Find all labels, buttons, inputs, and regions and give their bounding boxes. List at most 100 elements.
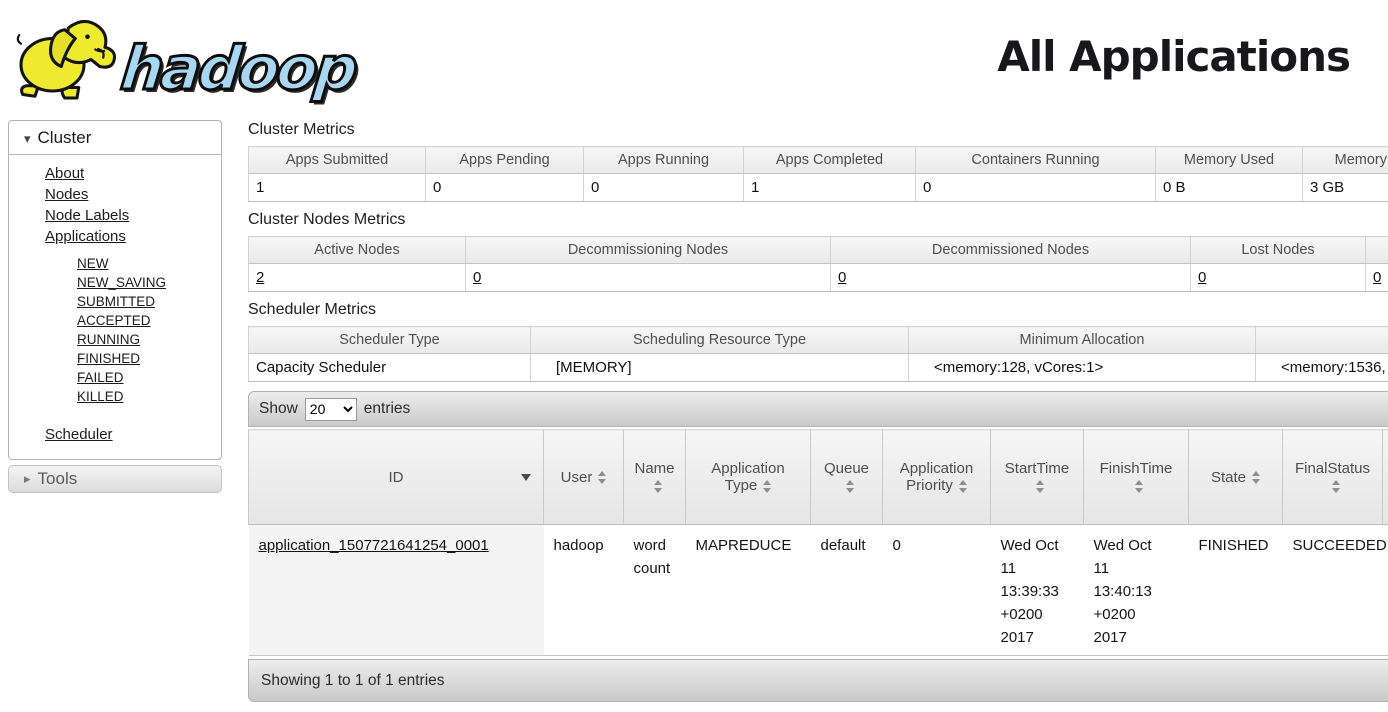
cluster-nodes-metrics-table: Active Nodes Decommissioning Nodes Decom… xyxy=(248,236,1388,292)
apps-completed-value: 1 xyxy=(744,174,916,202)
table-info-bar: Showing 1 to 1 of 1 entries xyxy=(248,659,1388,702)
col-header-finishtime[interactable]: FinishTime xyxy=(1084,430,1189,525)
sidebar: ▾ Cluster About Nodes Node Labels Applica… xyxy=(8,120,222,493)
sidebar-item-applications: Applications NEW NEW_SAVING SUBMITTED AC… xyxy=(45,226,221,410)
active-nodes-cell: 2 xyxy=(249,264,466,292)
sidebar-item-state-new: NEW xyxy=(77,254,221,273)
col-header-state[interactable]: State xyxy=(1189,430,1283,525)
decommissioned-nodes-cell: 0 xyxy=(831,264,1191,292)
active-nodes-link[interactable]: 2 xyxy=(256,269,264,286)
sidebar-item-state-running: RUNNING xyxy=(77,330,221,349)
show-label: Show xyxy=(259,400,298,418)
scheduler-link[interactable]: Scheduler xyxy=(45,426,113,443)
decommissioning-nodes-cell: 0 xyxy=(466,264,831,292)
node-labels-link[interactable]: Node Labels xyxy=(45,207,129,224)
sidebar-item-about: About xyxy=(45,163,221,184)
cluster-section-label: Cluster xyxy=(38,128,92,147)
col-minimum-allocation: Minimum Allocation xyxy=(909,327,1256,354)
app-name-cell: word count xyxy=(624,525,686,656)
col-header-queue[interactable]: Queue xyxy=(811,430,883,525)
sidebar-item-state-finished: FINISHED xyxy=(77,349,221,368)
app-finalstatus-cell: SUCCEEDED xyxy=(1283,525,1383,656)
app-user-cell: hadoop xyxy=(544,525,624,656)
memory-total-value: 3 GB xyxy=(1303,174,1388,202)
cluster-metrics-heading: Cluster Metrics xyxy=(248,121,1388,139)
page-size-select[interactable]: 20 xyxy=(305,398,357,421)
sidebar-item-nodes: Nodes xyxy=(45,184,221,205)
hadoop-elephant-icon xyxy=(14,10,119,102)
scheduler-metrics-table: Scheduler Type Scheduling Resource Type … xyxy=(248,326,1388,382)
decommissioning-nodes-link[interactable]: 0 xyxy=(473,269,481,286)
decommissioned-nodes-link[interactable]: 0 xyxy=(838,269,846,286)
application-id-link[interactable]: application_1507721641254_0001 xyxy=(259,537,489,554)
state-new-saving-link[interactable]: NEW_SAVING xyxy=(77,275,166,290)
apps-pending-value: 0 xyxy=(426,174,584,202)
lost-nodes-cell: 0 xyxy=(1191,264,1366,292)
sidebar-item-state-submitted: SUBMITTED xyxy=(77,292,221,311)
unhealthy-nodes-link[interactable]: 0 xyxy=(1373,269,1381,286)
col-header-name[interactable]: Name xyxy=(624,430,686,525)
col-header-id[interactable]: ID xyxy=(249,430,544,525)
applications-link[interactable]: Applications xyxy=(45,228,126,245)
cluster-nav-box: ▾ Cluster About Nodes Node Labels Applica… xyxy=(8,120,222,460)
about-link[interactable]: About xyxy=(45,165,84,182)
applications-table: ID User Name Application Type Queue Appl… xyxy=(248,429,1388,656)
app-state-cell: FINISHED xyxy=(1189,525,1283,656)
col-header-starttime[interactable]: StartTime xyxy=(991,430,1084,525)
col-lost-nodes: Lost Nodes xyxy=(1191,237,1366,264)
state-finished-link[interactable]: FINISHED xyxy=(77,351,140,366)
state-running-link[interactable]: RUNNING xyxy=(77,332,140,347)
cluster-section-header[interactable]: ▾ Cluster xyxy=(9,121,221,155)
col-apps-completed: Apps Completed xyxy=(744,147,916,174)
state-accepted-link[interactable]: ACCEPTED xyxy=(77,313,151,328)
cluster-nodes-metrics-heading: Cluster Nodes Metrics xyxy=(248,211,1388,229)
scheduler-metrics-heading: Scheduler Metrics xyxy=(248,301,1388,319)
containers-running-value: 0 xyxy=(916,174,1156,202)
col-decommissioned-nodes: Decommissioned Nodes xyxy=(831,237,1191,264)
sidebar-item-state-killed: KILLED xyxy=(77,387,221,406)
app-queue-cell: default xyxy=(811,525,883,656)
lost-nodes-link[interactable]: 0 xyxy=(1198,269,1206,286)
entries-label: entries xyxy=(364,400,411,418)
sidebar-item-state-failed: FAILED xyxy=(77,368,221,387)
col-header-user[interactable]: User xyxy=(544,430,624,525)
col-maximum-allocation: Maximum Allocation xyxy=(1256,327,1388,354)
col-unhealthy-nodes xyxy=(1366,237,1388,264)
col-apps-pending: Apps Pending xyxy=(426,147,584,174)
sort-icon xyxy=(1135,480,1143,493)
col-header-filler xyxy=(1383,430,1388,525)
col-apps-submitted: Apps Submitted xyxy=(249,147,426,174)
showing-entries-text: Showing 1 to 1 of 1 entries xyxy=(261,672,445,690)
sidebar-item-state-accepted: ACCEPTED xyxy=(77,311,221,330)
col-header-finalstatus[interactable]: FinalStatus xyxy=(1283,430,1383,525)
minimum-allocation-value: <memory:128, vCores:1> xyxy=(909,354,1256,382)
unhealthy-nodes-cell: 0 xyxy=(1366,264,1388,292)
tools-section-header[interactable]: ▸Tools xyxy=(8,465,222,493)
sort-icon xyxy=(598,471,606,484)
sort-icon xyxy=(1332,480,1340,493)
hadoop-logo: hadoop xyxy=(14,10,365,102)
app-priority-cell: 0 xyxy=(883,525,991,656)
state-failed-link[interactable]: FAILED xyxy=(77,370,124,385)
sort-icon xyxy=(1036,480,1044,493)
sort-icon xyxy=(1252,471,1260,484)
col-header-application-type[interactable]: Application Type xyxy=(686,430,811,525)
col-apps-running: Apps Running xyxy=(584,147,744,174)
nodes-link[interactable]: Nodes xyxy=(45,186,88,203)
sort-desc-icon xyxy=(521,474,531,481)
app-id-cell: application_1507721641254_0001 xyxy=(249,525,544,656)
table-length-bar: Show 20 entries xyxy=(248,391,1388,427)
state-killed-link[interactable]: KILLED xyxy=(77,389,124,404)
col-header-application-priority[interactable]: Application Priority xyxy=(883,430,991,525)
scheduling-resource-type-value: [MEMORY] xyxy=(531,354,909,382)
maximum-allocation-value: <memory:1536, vCores:4> xyxy=(1256,354,1388,382)
state-submitted-link[interactable]: SUBMITTED xyxy=(77,294,155,309)
applications-datatable: Show 20 entries ID User Name Application… xyxy=(248,391,1388,702)
caret-down-icon: ▾ xyxy=(24,131,31,147)
state-new-link[interactable]: NEW xyxy=(77,256,109,271)
sidebar-item-scheduler: Scheduler xyxy=(45,424,221,445)
tools-section-label: Tools xyxy=(38,469,78,489)
sidebar-item-node-labels: Node Labels xyxy=(45,205,221,226)
col-memory-total: Memory Total xyxy=(1303,147,1388,174)
sidebar-item-state-new-saving: NEW_SAVING xyxy=(77,273,221,292)
